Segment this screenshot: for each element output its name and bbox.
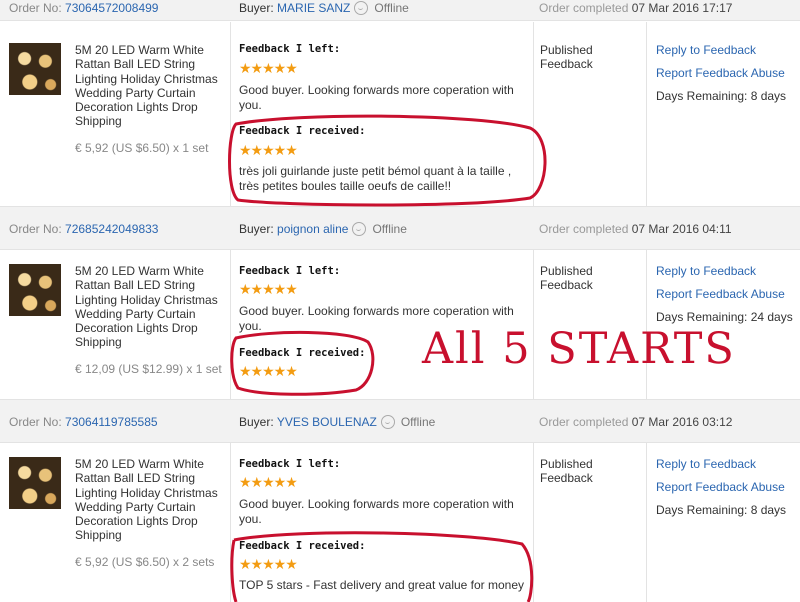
highlight-ellipse <box>230 330 375 396</box>
annotation-text: All 5 STARTS <box>422 324 736 374</box>
highlight-ellipse <box>230 531 534 602</box>
highlight-ellipse <box>228 114 547 207</box>
annotation-overlay <box>228 114 547 602</box>
